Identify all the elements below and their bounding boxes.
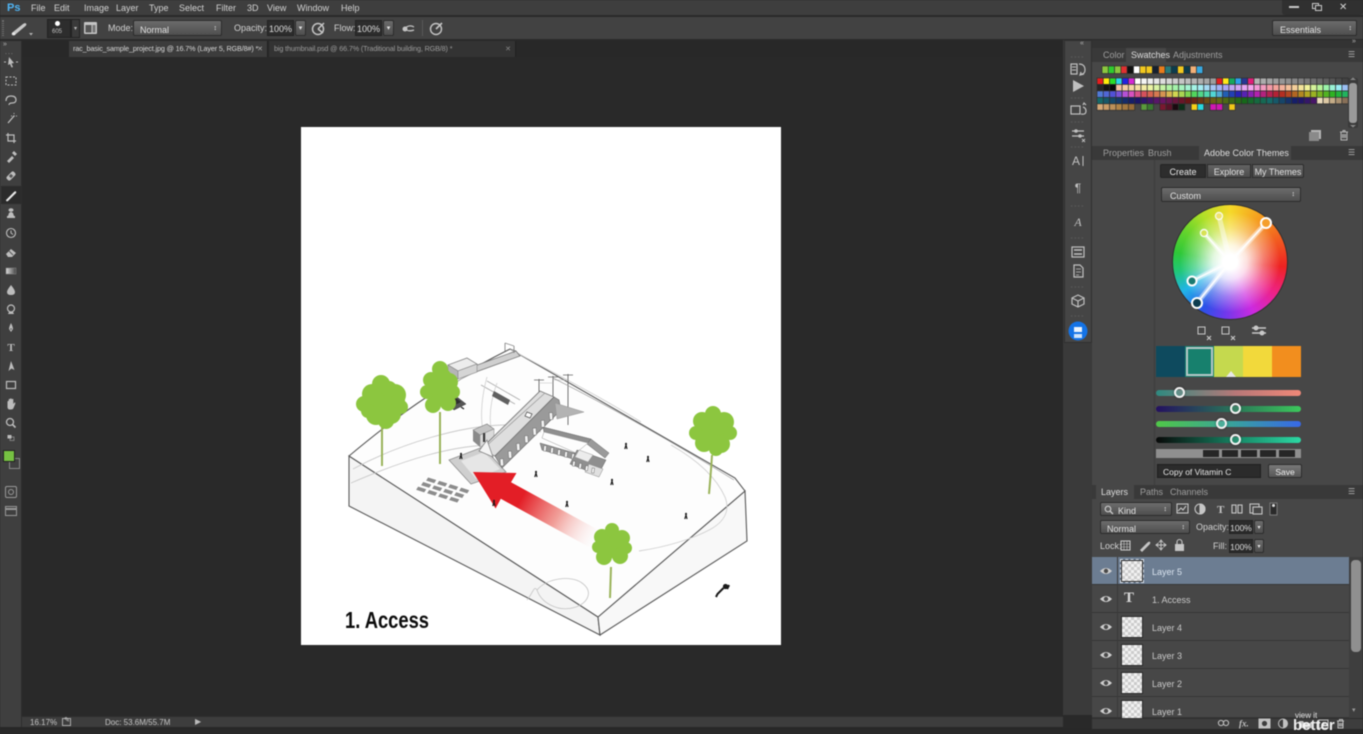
svg-text:A: A [1072,154,1080,168]
svg-text:T: T [7,342,15,354]
svg-text:1. Access: 1. Access [345,607,429,633]
svg-text:A: A [1073,215,1082,229]
svg-text:¶: ¶ [1075,181,1081,195]
svg-text:fx.: fx. [1239,719,1249,729]
svg-text:T: T [1217,504,1225,516]
